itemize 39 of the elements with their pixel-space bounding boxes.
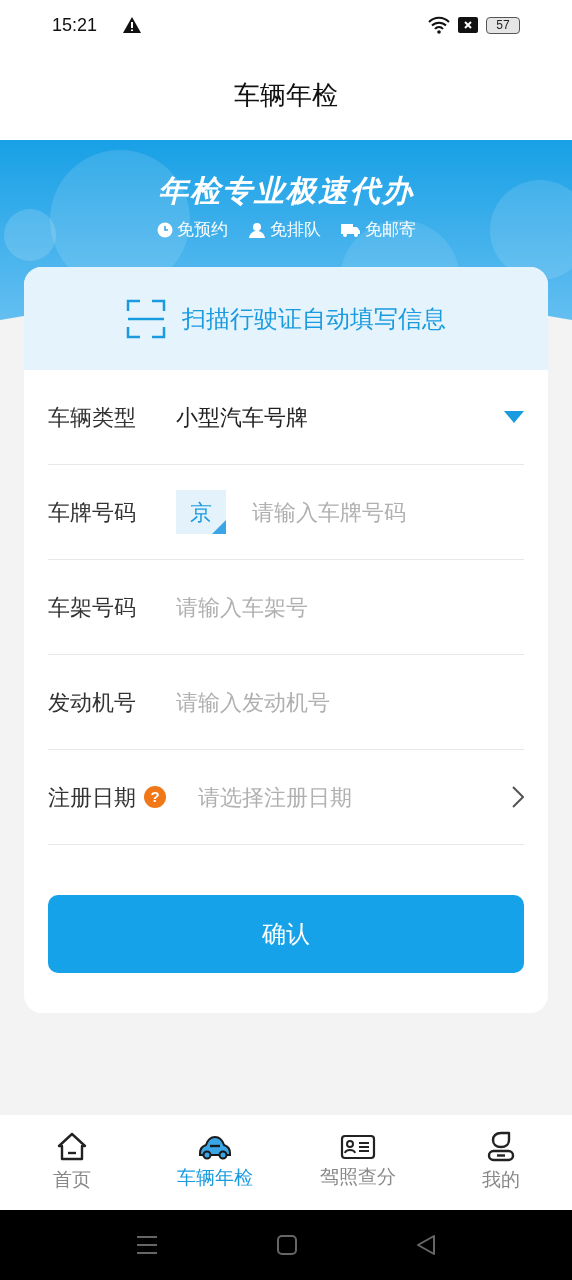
- truck-icon: [340, 221, 361, 238]
- field-label: 注册日期: [48, 783, 136, 812]
- feature-label: 免预约: [176, 219, 228, 241]
- tab-bar-item[interactable]: 车辆年检: [143, 1115, 286, 1210]
- scan-license-button[interactable]: 扫描行驶证自动填写信息: [24, 267, 548, 370]
- field-label: 车架号码: [48, 593, 137, 622]
- province-selector[interactable]: 京: [176, 490, 226, 534]
- feature-label: 免排队: [269, 219, 321, 241]
- id-card-icon: [339, 1133, 376, 1162]
- corner-triangle-icon: [212, 520, 226, 534]
- confirm-button[interactable]: 确认: [48, 895, 524, 973]
- help-icon[interactable]: ?: [144, 786, 166, 808]
- tab-bar-item[interactable]: 首页: [0, 1115, 143, 1210]
- home-square-icon[interactable]: [277, 1235, 297, 1255]
- tab-bar-item[interactable]: 驾照查分: [286, 1115, 429, 1210]
- plate-number-field[interactable]: 请输入车牌号码: [252, 495, 524, 529]
- sim-error-icon: [458, 17, 478, 33]
- field-label: 车辆类型: [48, 403, 137, 432]
- wifi-icon: [428, 16, 450, 34]
- status-time: 15:21: [52, 13, 98, 37]
- field-label: 发动机号: [48, 688, 137, 717]
- tab-bar-item[interactable]: 我的: [429, 1115, 572, 1210]
- text-field[interactable]: 请输入车架号: [176, 590, 524, 624]
- text-field[interactable]: 请输入发动机号: [176, 685, 524, 719]
- scan-frame-icon: [126, 298, 166, 339]
- person-icon: [247, 221, 266, 238]
- menu-icon[interactable]: [137, 1236, 157, 1254]
- field-label: 车牌号码: [48, 498, 137, 527]
- chevron-right-icon: [512, 786, 524, 808]
- date-picker-placeholder[interactable]: 请选择注册日期: [198, 780, 512, 814]
- banner-headline: 年检专业极速代办: [158, 173, 414, 209]
- dropdown-triangle-icon: [504, 411, 524, 423]
- feature-label: 免邮寄: [364, 219, 416, 241]
- back-icon[interactable]: [417, 1235, 435, 1255]
- clock-icon: [156, 221, 173, 238]
- vehicle-type-value: 小型汽车号牌: [176, 403, 309, 432]
- battery-icon: 57: [486, 16, 520, 34]
- page-title: 车辆年检: [234, 78, 338, 112]
- warning-icon: [123, 17, 142, 33]
